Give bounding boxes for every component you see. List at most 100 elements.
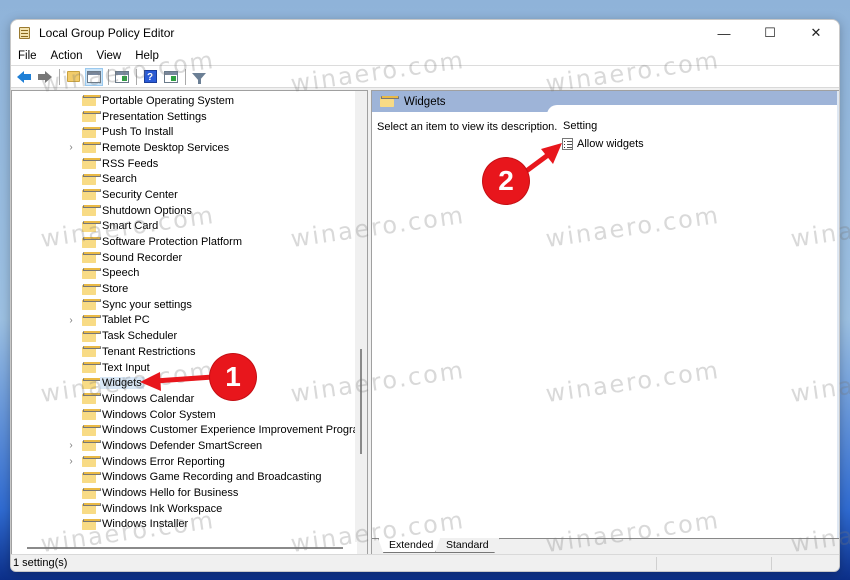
tree-item[interactable]: Windows Installer [12,517,357,533]
tree-vertical-scroll-thumb[interactable] [360,349,362,454]
tree-item[interactable]: Presentation Settings [12,109,357,125]
expand-chevron-icon[interactable]: › [67,142,75,153]
tree-vertical-scrollbar[interactable] [355,91,367,554]
action-pane-icon [164,70,178,83]
close-button[interactable]: ✕ [793,20,839,46]
toolbar-separator [108,68,109,85]
menu-help[interactable]: Help [135,50,159,62]
tree-item[interactable]: Windows Ink Workspace [12,501,357,517]
tree-item[interactable]: Smart Card [12,219,357,235]
tree-item-label: Push To Install [102,126,174,139]
tree-item[interactable]: Windows Calendar [12,391,357,407]
tree-item[interactable]: Software Protection Platform [12,234,357,250]
menu-view[interactable]: View [97,50,122,62]
tree-item[interactable]: › Windows Error Reporting [12,454,357,470]
setting-row-allow-widgets[interactable]: Allow widgets [562,138,644,150]
tree-item-label: Widgets [100,377,144,390]
tree-item-label: RSS Feeds [102,157,159,170]
details-pane: Widgets Select an item to view its descr… [371,90,839,555]
tree-item[interactable]: Windows Customer Experience Improvement … [12,422,367,438]
tree-horizontal-scroll-thumb[interactable] [27,547,343,549]
tree-item-label: Security Center [102,188,178,201]
annotation-callout-1: 1 [210,354,256,400]
up-one-level-button[interactable] [64,68,82,86]
tree-item-label: Windows Defender SmartScreen [102,439,263,452]
folder-icon [82,409,101,421]
tree-item[interactable]: Windows Color System [12,407,357,423]
show-hide-action-pane-button[interactable] [162,68,180,86]
tab-extended[interactable]: Extended [378,538,445,553]
back-arrow-icon [17,70,31,83]
tree-item[interactable]: Widgets [12,375,357,391]
tree-horizontal-scrollbar[interactable] [12,542,357,554]
show-hide-console-tree-button[interactable] [85,67,103,86]
menu-action[interactable]: Action [51,50,83,62]
tree-item[interactable]: RSS Feeds [12,156,357,172]
tree-item[interactable]: Text Input [12,360,357,376]
folder-icon [82,471,101,483]
tab-standard[interactable]: Standard [435,538,500,553]
tree-item-label: Windows Color System [102,408,216,421]
tree-item[interactable]: Shutdown Options [12,203,357,219]
tree-item[interactable]: Windows Game Recording and Broadcasting [12,470,357,486]
tree-item-label: Remote Desktop Services [102,141,230,154]
folder-icon [82,267,101,279]
details-vertical-scrollbar[interactable] [837,91,839,554]
expand-chevron-icon[interactable]: › [67,315,75,326]
export-list-button[interactable] [113,68,131,86]
console-tree-pane[interactable]: Portable Operating System Presentation Se… [11,90,368,555]
maximize-button[interactable]: ☐ [747,20,793,46]
setting-label: Allow widgets [577,138,644,150]
tree-item-label: Windows Error Reporting [102,455,225,468]
tree-item[interactable]: Sync your settings [12,297,357,313]
folder-icon [82,158,101,170]
expand-chevron-icon[interactable]: › [67,440,75,451]
tree-item[interactable]: Speech [12,266,357,282]
header-notch [547,105,839,117]
expand-chevron-icon[interactable]: › [67,456,75,467]
tree-item[interactable]: Sound Recorder [12,250,357,266]
setting-column-header[interactable]: Setting [563,120,597,132]
help-button[interactable]: ? [141,68,159,86]
tree-item[interactable]: Portable Operating System [12,93,357,109]
tree-item-label: Store [102,283,129,296]
menu-file[interactable]: File [18,50,37,62]
tree-item[interactable]: Security Center [12,187,357,203]
tree-item[interactable]: Store [12,281,357,297]
tree-item-label: Portable Operating System [102,94,235,107]
folder-icon [82,330,101,342]
tree-item[interactable]: Push To Install [12,124,357,140]
folder-icon [82,252,101,264]
filter-button[interactable] [190,68,208,86]
toolbar-separator [185,68,186,85]
folder-icon [82,362,101,374]
folder-icon [82,142,101,154]
gpedit-app-icon [18,26,32,40]
tree-item[interactable]: Windows Hello for Business [12,485,357,501]
view-tabs: Extended Standard [372,538,839,554]
tree-item[interactable]: › Windows Defender SmartScreen [12,438,357,454]
folder-icon [82,95,101,107]
tree-item-label: Speech [102,267,140,280]
back-button[interactable] [15,68,33,86]
forward-button[interactable] [36,68,54,86]
folder-icon [82,518,101,530]
tree-item[interactable]: › Remote Desktop Services [12,140,357,156]
folder-icon [82,314,101,326]
folder-icon [82,440,101,452]
status-text: 1 setting(s) [13,557,68,569]
title-bar[interactable]: Local Group Policy Editor — ☐ ✕ [11,20,839,46]
policy-setting-icon [562,138,573,150]
tree-item[interactable]: › Tablet PC [12,313,357,329]
folder-icon [82,393,101,405]
minimize-button[interactable]: — [701,20,747,46]
folder-icon [82,173,101,185]
tree-item-label: Task Scheduler [102,330,178,343]
console-tree-icon [87,70,101,83]
tree-item[interactable]: Task Scheduler [12,328,357,344]
tree-item-label: Windows Game Recording and Broadcasting [102,471,322,484]
tree-item[interactable]: Tenant Restrictions [12,344,357,360]
folder-icon [82,487,101,499]
tree-item[interactable]: Search [12,171,357,187]
tree-item-label: Smart Card [102,220,159,233]
